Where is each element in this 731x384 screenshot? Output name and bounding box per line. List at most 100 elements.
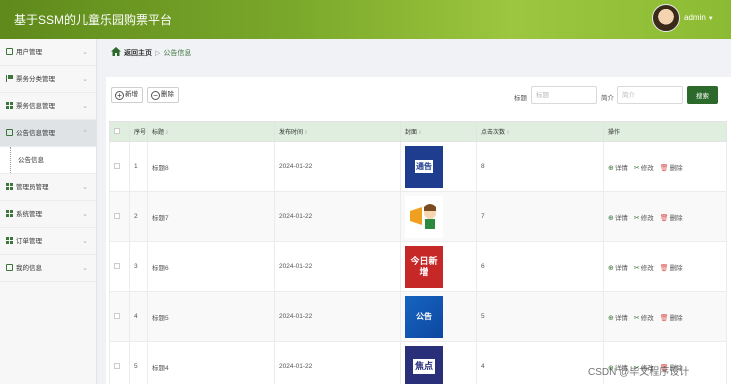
column-header-title[interactable]: 标题⇕ bbox=[147, 121, 275, 142]
row-actions: ⊕详情 ✂修改 🗑删除 bbox=[603, 191, 727, 242]
table-row: 1 标题8 2024-01-22 通告 8 ⊕详情 ✂修改 🗑删除 bbox=[109, 141, 727, 192]
row-actions: ⊕详情 ✂修改 🗑删除 bbox=[603, 241, 727, 292]
trash-icon: 🗑 bbox=[659, 264, 669, 272]
home-icon bbox=[111, 47, 121, 56]
content-panel: +新增 −删除 标题 简介 搜索 序号 标题⇕ 发布时间⇕ 封面⇕ 点击次数⇕ … bbox=[106, 77, 731, 384]
row-cover: 今日新增 bbox=[400, 241, 477, 292]
sidebar-item-ticket-info[interactable]: 票务信息管理 ⌄ bbox=[0, 93, 96, 120]
scissors-icon: ✂ bbox=[633, 214, 640, 222]
scissors-icon: ✂ bbox=[633, 164, 640, 172]
row-clicks: 7 bbox=[476, 191, 604, 242]
row-date: 2024-01-22 bbox=[274, 241, 401, 292]
chevron-down-icon: ⌄ bbox=[82, 184, 88, 191]
row-checkbox[interactable] bbox=[109, 241, 130, 292]
breadcrumb-separator: ▷ bbox=[155, 50, 161, 57]
sidebar-item-orders[interactable]: 订单管理 ⌄ bbox=[0, 228, 96, 255]
sidebar-item-users[interactable]: 用户管理 ⌄ bbox=[0, 39, 96, 66]
column-header-cover[interactable]: 封面⇕ bbox=[400, 121, 477, 142]
cover-image: 今日新增 bbox=[405, 245, 443, 288]
clipboard-icon bbox=[6, 129, 13, 136]
row-checkbox[interactable] bbox=[109, 291, 130, 342]
title-search-input[interactable] bbox=[531, 86, 597, 104]
detail-button[interactable]: ⊕详情 bbox=[608, 162, 628, 172]
row-date: 2024-01-22 bbox=[274, 141, 401, 192]
delete-button[interactable]: − 删除 bbox=[147, 87, 179, 103]
id-card-icon bbox=[6, 264, 13, 271]
delete-row-button[interactable]: 🗑删除 bbox=[660, 312, 683, 322]
search-icon: ⊕ bbox=[608, 314, 614, 322]
row-date: 2024-01-22 bbox=[274, 191, 401, 242]
chevron-down-icon: ⌄ bbox=[82, 103, 88, 110]
row-cover: 通告 bbox=[400, 141, 477, 192]
select-all-checkbox[interactable] bbox=[109, 121, 130, 142]
edit-button[interactable]: ✂修改 bbox=[634, 312, 654, 322]
app-title: 基于SSM的儿童乐园购票平台 bbox=[14, 13, 173, 27]
delete-row-button[interactable]: 🗑删除 bbox=[660, 262, 683, 272]
sort-icon: ⇕ bbox=[418, 130, 423, 136]
row-checkbox[interactable] bbox=[109, 141, 130, 192]
chevron-down-icon: ⌄ bbox=[82, 211, 88, 218]
notice-table: 序号 标题⇕ 发布时间⇕ 封面⇕ 点击次数⇕ 操作 1 标题8 2024-01-… bbox=[109, 121, 727, 384]
row-checkbox[interactable] bbox=[109, 341, 130, 384]
sidebar-item-my-info[interactable]: 我的信息 ⌄ bbox=[0, 255, 96, 282]
row-checkbox[interactable] bbox=[109, 191, 130, 242]
search-button[interactable]: 搜索 bbox=[687, 86, 718, 104]
row-clicks: 6 bbox=[476, 241, 604, 292]
delete-row-button[interactable]: 🗑删除 bbox=[660, 162, 683, 172]
table-row: 2 标题7 2024-01-22 7 ⊕详情 ✂修改 🗑删除 bbox=[109, 191, 727, 242]
chevron-down-icon: ⌄ bbox=[82, 49, 88, 56]
table-header-row: 序号 标题⇕ 发布时间⇕ 封面⇕ 点击次数⇕ 操作 bbox=[109, 121, 727, 142]
row-title: 标题5 bbox=[147, 291, 275, 342]
chevron-down-icon: ⌄ bbox=[82, 238, 88, 245]
chevron-down-icon: ⌄ bbox=[82, 76, 88, 83]
row-title: 标题4 bbox=[147, 341, 275, 384]
intro-filter-label: 简介 bbox=[601, 95, 614, 102]
grid-icon bbox=[6, 183, 13, 190]
sidebar-item-admins[interactable]: 管理员管理 ⌄ bbox=[0, 174, 96, 201]
search-icon: ⊕ bbox=[608, 164, 614, 172]
column-header-clicks[interactable]: 点击次数⇕ bbox=[476, 121, 604, 142]
detail-button[interactable]: ⊕详情 bbox=[608, 312, 628, 322]
column-header-index: 序号 bbox=[129, 121, 148, 142]
row-date: 2024-01-22 bbox=[274, 291, 401, 342]
detail-button[interactable]: ⊕详情 bbox=[608, 262, 628, 272]
row-clicks: 5 bbox=[476, 291, 604, 342]
row-actions: ⊕详情 ✂修改 🗑删除 bbox=[603, 141, 727, 192]
scissors-icon: ✂ bbox=[633, 314, 640, 322]
delete-row-button[interactable]: 🗑删除 bbox=[660, 212, 683, 222]
search-icon: ⊕ bbox=[608, 264, 614, 272]
top-header: 基于SSM的儿童乐园购票平台 admin ▼ bbox=[0, 0, 731, 39]
row-index: 1 bbox=[129, 141, 148, 192]
row-title: 标题7 bbox=[147, 191, 275, 242]
row-index: 4 bbox=[129, 291, 148, 342]
detail-button[interactable]: ⊕详情 bbox=[608, 212, 628, 222]
edit-button[interactable]: ✂修改 bbox=[634, 162, 654, 172]
sidebar-item-ticket-category[interactable]: 票务分类管理 ⌄ bbox=[0, 66, 96, 93]
column-header-actions: 操作 bbox=[603, 121, 727, 142]
sort-icon: ⇕ bbox=[165, 130, 170, 136]
user-menu[interactable]: admin ▼ bbox=[684, 13, 714, 22]
sidebar-item-system[interactable]: 系统管理 ⌄ bbox=[0, 201, 96, 228]
grid-icon bbox=[6, 210, 13, 217]
grid-icon bbox=[6, 237, 13, 244]
avatar[interactable] bbox=[652, 4, 680, 32]
edit-button[interactable]: ✂修改 bbox=[634, 212, 654, 222]
edit-button[interactable]: ✂修改 bbox=[634, 262, 654, 272]
row-index: 2 bbox=[129, 191, 148, 242]
sort-icon: ⇕ bbox=[304, 130, 309, 136]
row-cover: 公告 bbox=[400, 291, 477, 342]
breadcrumb-home-link[interactable]: 返回主页 bbox=[124, 50, 152, 57]
sidebar-item-notice[interactable]: 公告信息管理 ⌃ bbox=[0, 120, 96, 147]
column-header-date[interactable]: 发布时间⇕ bbox=[274, 121, 401, 142]
sort-icon: ⇕ bbox=[506, 130, 511, 136]
row-date: 2024-01-22 bbox=[274, 341, 401, 384]
trash-icon: 🗑 bbox=[659, 164, 669, 172]
user-icon bbox=[6, 48, 13, 55]
cover-image bbox=[405, 195, 443, 238]
megaphone-icon bbox=[410, 203, 436, 229]
add-button[interactable]: + 新增 bbox=[111, 87, 143, 103]
sidebar-subitem-notice-info[interactable]: 公告信息 bbox=[0, 147, 96, 174]
plus-circle-icon: + bbox=[115, 91, 124, 100]
intro-search-input[interactable] bbox=[617, 86, 683, 104]
sidebar: 用户管理 ⌄ 票务分类管理 ⌄ 票务信息管理 ⌄ 公告信息管理 ⌃ 公告信息 管理员管理… bbox=[0, 39, 97, 384]
